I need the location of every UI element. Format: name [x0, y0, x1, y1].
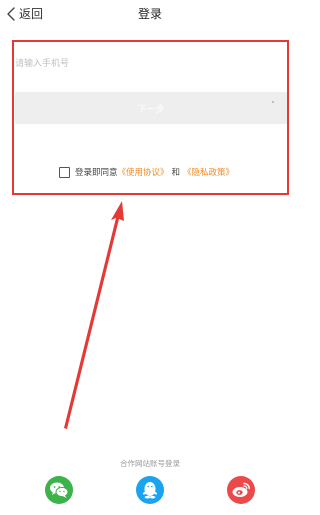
phone-input[interactable] — [15, 55, 283, 73]
agree-checkbox[interactable] — [59, 166, 70, 178]
wechat-login-button[interactable] — [45, 476, 73, 504]
next-button[interactable]: 下一步 — [15, 92, 287, 124]
qq-login-button[interactable] — [136, 476, 164, 504]
decorative-dot — [272, 101, 274, 103]
weibo-login-button[interactable] — [227, 476, 255, 504]
login-page: 返回 登录 下一步 登录即同意 《使用协议》 和 《隐私政策》 合作网站账号登录 — [0, 0, 300, 515]
agreement-row: 登录即同意 《使用协议》 和 《隐私政策》 — [59, 165, 234, 179]
wechat-icon — [50, 482, 69, 498]
annotation-arrow — [64, 201, 124, 429]
privacy-link[interactable]: 《隐私政策》 — [183, 166, 234, 178]
header: 返回 登录 — [0, 0, 300, 30]
agree-conjunction: 和 — [171, 168, 181, 178]
page-title: 登录 — [137, 7, 162, 21]
terms-link[interactable]: 《使用协议》 — [118, 166, 169, 178]
qq-icon — [143, 482, 157, 499]
partner-login-label: 合作网站账号登录 — [120, 459, 180, 468]
weibo-icon — [232, 482, 250, 497]
agree-prefix: 登录即同意 — [75, 168, 118, 178]
